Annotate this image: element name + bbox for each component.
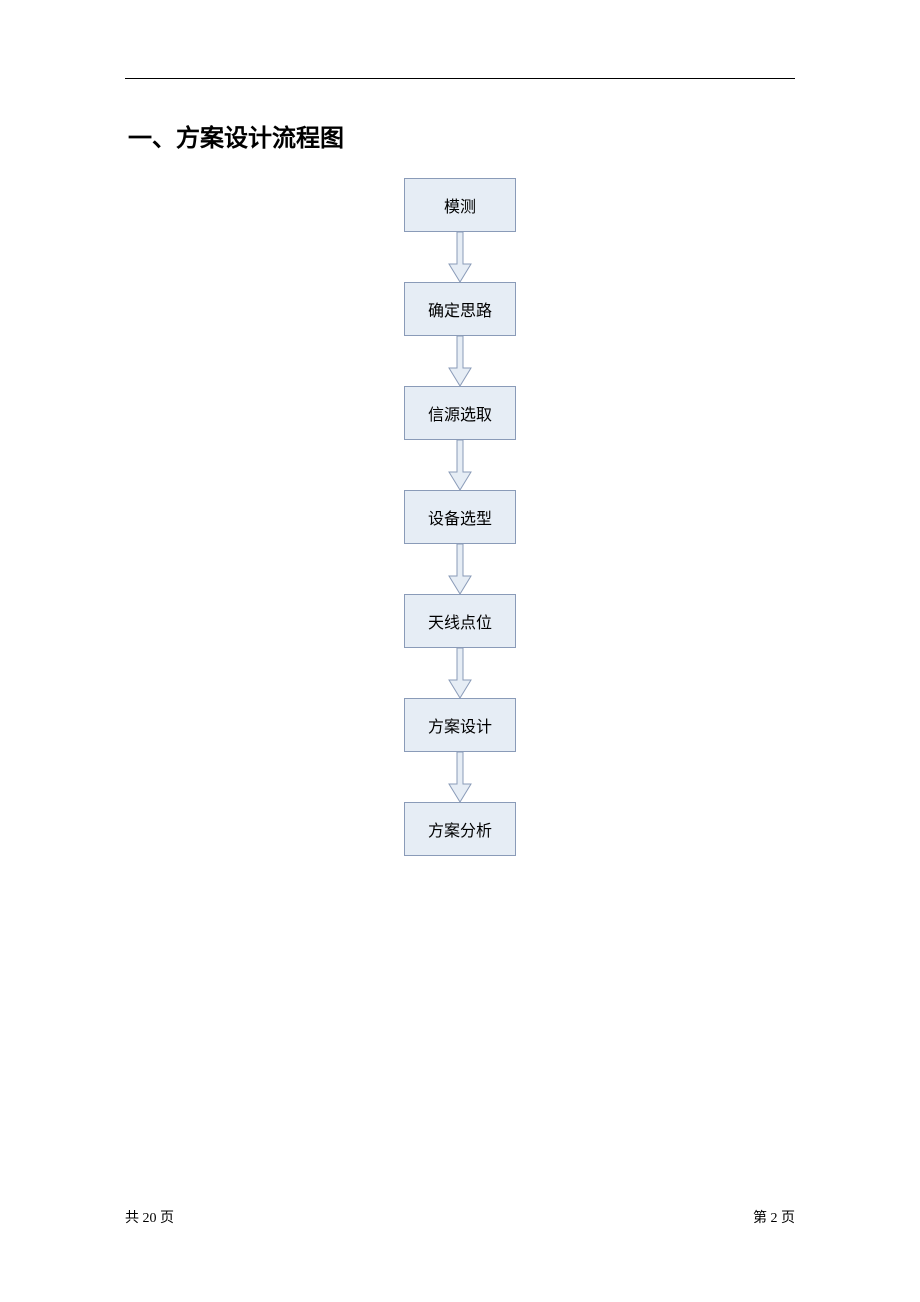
flow-step-7: 方案分析 <box>404 802 516 856</box>
flow-step-6: 方案设计 <box>404 698 516 752</box>
flow-step-4-label: 设备选型 <box>428 505 492 529</box>
flow-step-3: 信源选取 <box>404 386 516 440</box>
arrow-down-icon <box>447 440 473 490</box>
flow-step-5: 天线点位 <box>404 594 516 648</box>
arrow-down-icon <box>447 232 473 282</box>
arrow-down-icon <box>447 752 473 802</box>
footer-current-page: 第 2 页 <box>753 1207 795 1227</box>
flow-step-4: 设备选型 <box>404 490 516 544</box>
flow-step-3-label: 信源选取 <box>428 401 492 425</box>
flow-step-5-label: 天线点位 <box>428 609 492 633</box>
footer-total-pages: 共 20 页 <box>125 1207 174 1227</box>
arrow-down-icon <box>447 648 473 698</box>
flow-step-2: 确定思路 <box>404 282 516 336</box>
header-rule <box>125 78 795 79</box>
flow-step-1: 模测 <box>404 178 516 232</box>
flow-step-1-label: 模测 <box>444 193 476 217</box>
section-heading: 一、方案设计流程图 <box>128 118 344 153</box>
flow-step-6-label: 方案设计 <box>428 713 492 737</box>
flow-step-2-label: 确定思路 <box>428 297 492 321</box>
flowchart-container: 模测 确定思路 信源选取 设备选型 天线点位 方案设计 方案分析 <box>0 178 920 856</box>
arrow-down-icon <box>447 544 473 594</box>
arrow-down-icon <box>447 336 473 386</box>
flow-step-7-label: 方案分析 <box>428 817 492 841</box>
